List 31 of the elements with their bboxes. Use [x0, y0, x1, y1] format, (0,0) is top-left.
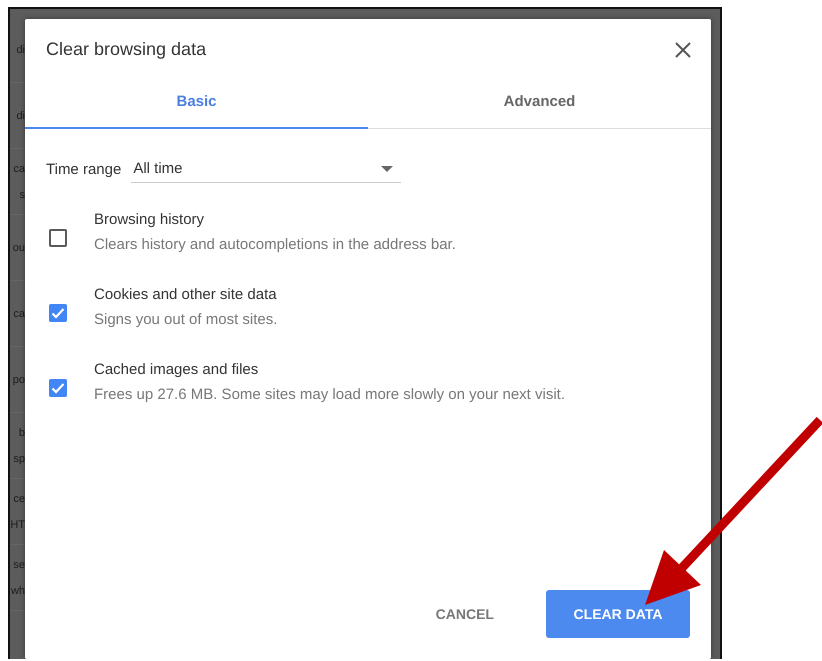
background-text: ou — [12, 240, 25, 256]
background-text: wh — [10, 584, 25, 598]
time-range-label: Time range — [46, 160, 122, 178]
caret-icon — [381, 166, 394, 172]
close-icon[interactable] — [675, 42, 691, 58]
option-title: Cached images and files — [94, 361, 260, 378]
background-text: s — [20, 188, 25, 202]
dialog-title: Clear browsing data — [46, 39, 206, 60]
background-text: HT — [10, 518, 25, 532]
option-description: Signs you out of most sites. — [94, 311, 278, 328]
checkbox[interactable] — [49, 229, 67, 247]
background-text: ca — [13, 306, 25, 322]
tab[interactable]: Advanced — [368, 81, 711, 129]
background-text: sp — [13, 452, 25, 466]
background-text: se — [13, 558, 25, 572]
time-range-dropdown[interactable]: All time — [131, 155, 402, 183]
tab[interactable]: Basic — [25, 81, 368, 129]
checkbox[interactable] — [49, 379, 67, 397]
cancel-button[interactable]: CANCEL — [416, 590, 514, 638]
option-title: Cookies and other site data — [94, 286, 278, 303]
option-title: Browsing history — [94, 211, 206, 228]
background-text: di — [16, 108, 25, 124]
background-text: di — [16, 42, 25, 58]
option-description: Clears history and autocompletions in the address bar. — [94, 236, 456, 253]
clear-data-button[interactable]: CLEAR DATA — [546, 590, 690, 638]
background-text: ce — [13, 492, 25, 506]
option-description: Frees up 27.6 MB. Some sites may load more slowly on your next visit. — [94, 386, 566, 403]
background-text: b — [18, 426, 25, 440]
background-text: ca — [13, 162, 25, 176]
checkbox[interactable] — [49, 304, 67, 322]
background-text: po — [12, 372, 25, 388]
